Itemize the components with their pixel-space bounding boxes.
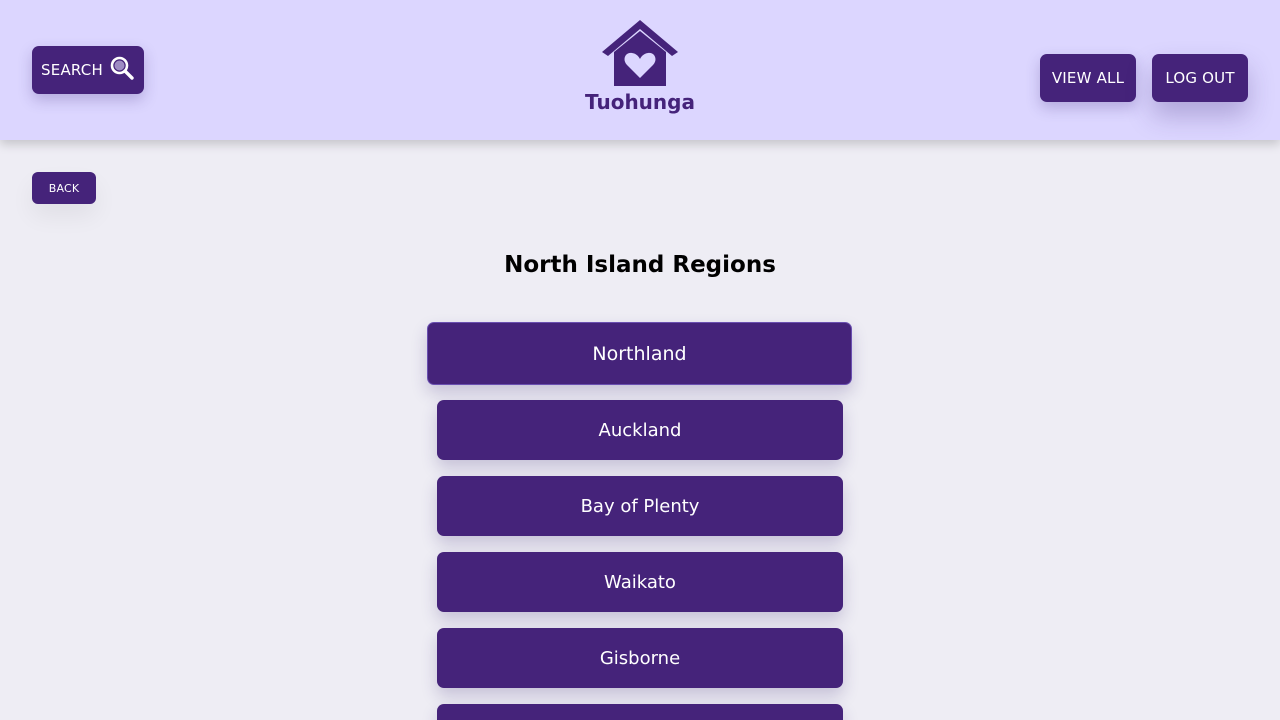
region-button-next[interactable] — [437, 704, 843, 720]
search-button[interactable]: SEARCH — [32, 46, 144, 94]
log-out-button[interactable]: LOG OUT — [1152, 54, 1248, 102]
logo[interactable]: Tuohunga — [580, 18, 700, 128]
region-button-bay-of-plenty[interactable]: Bay of Plenty — [437, 476, 843, 536]
region-button-auckland[interactable]: Auckland — [437, 400, 843, 460]
region-button-waikato[interactable]: Waikato — [437, 552, 843, 612]
region-button-gisborne[interactable]: Gisborne — [437, 628, 843, 688]
house-heart-icon — [580, 18, 700, 86]
header-bar: SEARCH Tuohunga VIEW ALL LOG OUT — [0, 0, 1280, 140]
search-icon — [109, 55, 135, 85]
logo-text: Tuohunga — [585, 90, 695, 114]
region-button-northland[interactable]: Northland — [427, 322, 852, 385]
search-button-label: SEARCH — [41, 61, 103, 79]
page-title: North Island Regions — [504, 252, 776, 278]
back-button[interactable]: BACK — [32, 172, 96, 204]
view-all-button[interactable]: VIEW ALL — [1040, 54, 1136, 102]
